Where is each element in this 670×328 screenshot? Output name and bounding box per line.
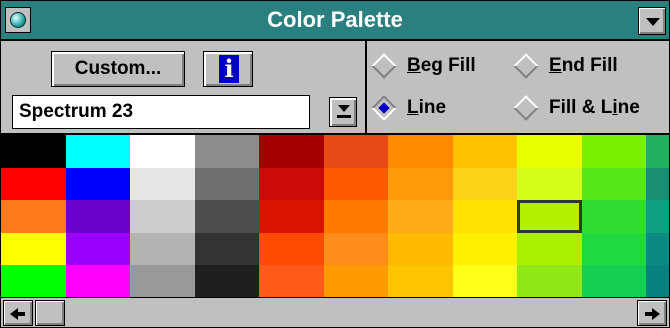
color-swatch[interactable] [130, 265, 195, 298]
radio-diamond-icon [371, 53, 397, 79]
color-swatch[interactable] [517, 233, 582, 265]
color-swatch[interactable] [324, 233, 388, 265]
color-palette-window: Color Palette Custom... i Spectrum 23 Be… [0, 0, 670, 328]
minimize-button[interactable] [638, 7, 666, 35]
color-swatch[interactable] [259, 135, 324, 168]
info-i-icon: i [219, 55, 239, 83]
color-swatch[interactable] [388, 200, 453, 233]
color-swatch[interactable] [388, 265, 453, 298]
color-swatch[interactable] [195, 200, 259, 233]
color-swatch-selected[interactable] [517, 200, 582, 233]
radio-beg-fill[interactable]: Beg Fill [371, 53, 476, 79]
color-swatch[interactable] [582, 135, 646, 168]
color-swatch[interactable] [195, 168, 259, 200]
color-swatch[interactable] [324, 135, 388, 168]
teal-orb-icon [10, 12, 26, 28]
radio-end-fill-label: End Fill [549, 55, 618, 76]
color-swatch[interactable] [582, 265, 646, 298]
color-swatch[interactable] [324, 265, 388, 298]
radio-diamond-icon [513, 95, 539, 121]
color-swatch[interactable] [388, 233, 453, 265]
arrow-right-icon [652, 308, 660, 320]
color-swatch[interactable] [517, 135, 582, 168]
scroll-right-button[interactable] [637, 300, 667, 326]
radio-fill-and-line-label: Fill & Line [549, 97, 640, 118]
color-swatch[interactable] [324, 168, 388, 200]
color-swatch[interactable] [195, 265, 259, 298]
color-swatch[interactable] [646, 135, 669, 168]
divider [365, 41, 367, 133]
color-swatch[interactable] [582, 200, 646, 233]
color-swatch[interactable] [130, 233, 195, 265]
color-swatch[interactable] [582, 233, 646, 265]
arrow-left-shaft [17, 312, 25, 316]
color-swatch[interactable] [453, 265, 517, 298]
color-swatch[interactable] [259, 200, 324, 233]
color-swatch[interactable] [582, 168, 646, 200]
radio-line-label: Line [407, 97, 447, 118]
color-swatch[interactable] [130, 135, 195, 168]
color-swatch[interactable] [646, 233, 669, 265]
color-swatch[interactable] [388, 168, 453, 200]
color-swatch[interactable] [1, 233, 66, 265]
color-swatch[interactable] [388, 135, 453, 168]
radio-fill-and-line[interactable]: Fill & Line [513, 95, 640, 121]
color-swatch[interactable] [66, 200, 130, 233]
color-swatch[interactable] [66, 265, 130, 298]
dropdown-bar-icon [337, 115, 351, 118]
color-swatch[interactable] [130, 200, 195, 233]
radio-beg-fill-label: Beg Fill [407, 55, 476, 76]
horizontal-scrollbar[interactable] [1, 297, 669, 327]
color-swatch[interactable] [453, 135, 517, 168]
color-swatch[interactable] [259, 265, 324, 298]
title-bar[interactable]: Color Palette [1, 1, 669, 41]
color-swatch[interactable] [259, 168, 324, 200]
color-swatch[interactable] [1, 168, 66, 200]
palette-dropdown-button[interactable] [329, 97, 357, 127]
color-swatch[interactable] [646, 168, 669, 200]
down-arrow-bar-icon [338, 105, 350, 112]
color-swatch[interactable] [195, 233, 259, 265]
color-swatch[interactable] [1, 265, 66, 298]
color-swatch[interactable] [259, 233, 324, 265]
color-swatch[interactable] [453, 168, 517, 200]
scroll-left-button[interactable] [3, 300, 33, 326]
color-swatch[interactable] [66, 168, 130, 200]
system-menu-button[interactable] [5, 7, 31, 33]
color-swatch[interactable] [66, 233, 130, 265]
color-swatch[interactable] [453, 200, 517, 233]
radio-diamond-selected-icon [371, 95, 397, 121]
color-swatch[interactable] [195, 135, 259, 168]
info-button[interactable]: i [203, 51, 253, 87]
color-swatch[interactable] [646, 200, 669, 233]
color-swatch[interactable] [1, 200, 66, 233]
color-swatch-grid [1, 133, 669, 299]
window-title: Color Palette [267, 7, 403, 32]
scroll-thumb[interactable] [35, 300, 65, 326]
color-swatch[interactable] [517, 265, 582, 298]
palette-select[interactable]: Spectrum 23 [12, 95, 310, 129]
color-swatch[interactable] [517, 168, 582, 200]
color-swatch[interactable] [646, 265, 669, 298]
arrow-right-shaft [645, 312, 653, 316]
color-swatch[interactable] [453, 233, 517, 265]
color-swatch[interactable] [324, 200, 388, 233]
radio-end-fill[interactable]: End Fill [513, 53, 618, 79]
color-swatch[interactable] [66, 135, 130, 168]
triangle-down-icon [646, 18, 660, 26]
controls-panel: Custom... i Spectrum 23 Beg Fill End Fil… [1, 41, 669, 133]
color-swatch[interactable] [130, 168, 195, 200]
radio-line[interactable]: Line [371, 95, 447, 121]
custom-button[interactable]: Custom... [51, 51, 185, 87]
radio-diamond-icon [513, 53, 539, 79]
color-swatch[interactable] [1, 135, 66, 168]
